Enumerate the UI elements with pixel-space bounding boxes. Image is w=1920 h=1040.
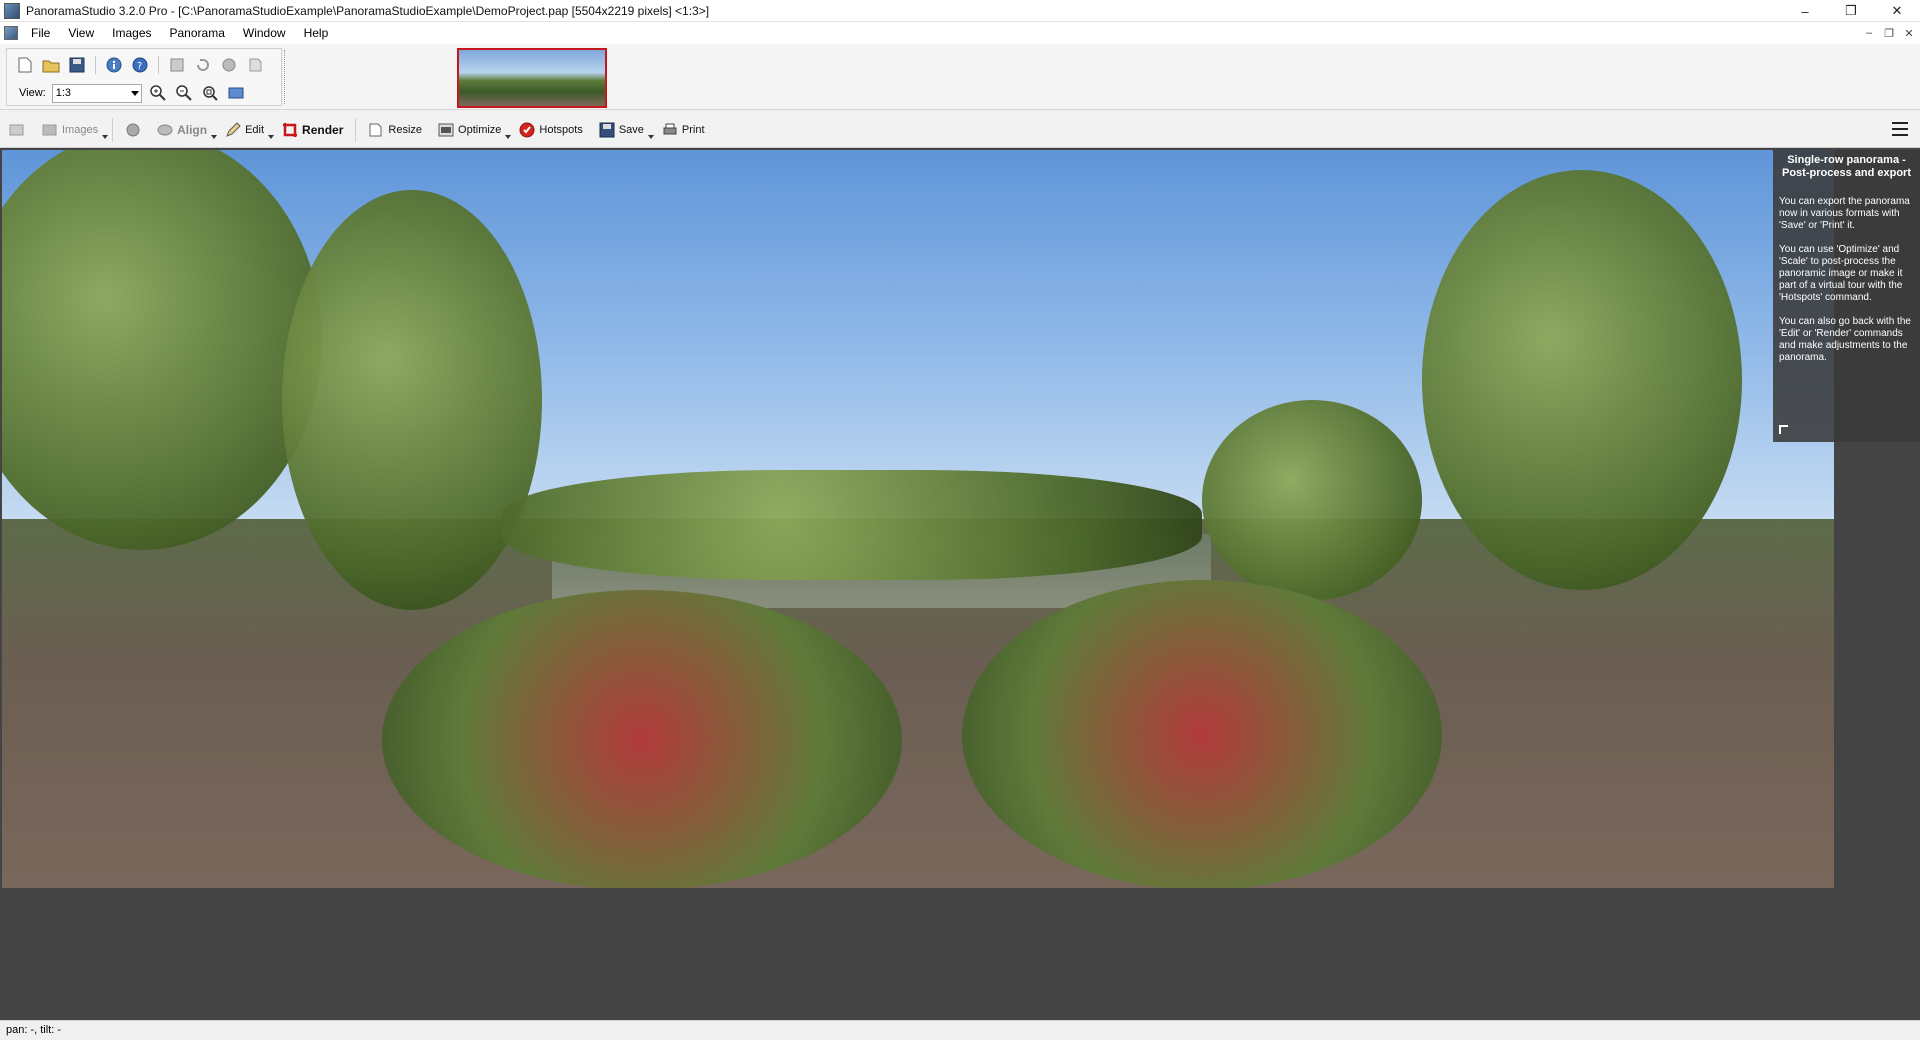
toolbar-divider xyxy=(355,117,357,142)
window-controls: – ❐ ✕ xyxy=(1782,0,1920,22)
add-images-button[interactable] xyxy=(0,116,34,144)
fullscreen-icon[interactable] xyxy=(226,83,246,103)
zoom-in-icon[interactable] xyxy=(148,83,168,103)
menu-bar: File View Images Panorama Window Help xyxy=(0,22,1920,44)
render-icon xyxy=(283,122,298,137)
resize-label: Resize xyxy=(388,123,423,136)
view-label: View: xyxy=(19,87,46,99)
images-icon xyxy=(42,124,57,135)
restore-button[interactable]: ❐ xyxy=(1828,0,1874,22)
zoom-out-icon[interactable] xyxy=(174,83,194,103)
menu-images[interactable]: Images xyxy=(103,22,160,44)
standard-toolbar: ? View: 1:3 xyxy=(6,48,282,106)
doc-close-button[interactable]: ✕ xyxy=(1902,27,1916,40)
redo-icon[interactable] xyxy=(219,55,239,75)
layout-icon[interactable] xyxy=(167,55,187,75)
menu-file[interactable]: File xyxy=(22,22,59,44)
info-panel-paragraph: You can export the panorama now in vario… xyxy=(1779,196,1910,231)
document-window-controls: – ❐ ✕ xyxy=(1862,22,1916,44)
document-icon[interactable] xyxy=(4,26,18,40)
menu-view[interactable]: View xyxy=(59,22,103,44)
align-button[interactable]: Align xyxy=(149,116,215,144)
images-label: Images xyxy=(62,123,99,136)
resize-button[interactable]: Resize xyxy=(360,116,430,144)
toolbar-grip[interactable] xyxy=(284,50,287,104)
panorama-tree-right xyxy=(1422,170,1742,590)
svg-text:?: ? xyxy=(137,61,142,72)
toolbar-divider xyxy=(112,117,114,142)
align-label: Align xyxy=(177,122,208,137)
images-button[interactable]: Images xyxy=(34,116,106,144)
hotspots-label: Hotspots xyxy=(539,123,583,136)
panorama-flowerbed-right xyxy=(962,580,1442,888)
panorama-image[interactable] xyxy=(2,150,1834,888)
menu-panorama[interactable]: Panorama xyxy=(161,22,234,44)
close-button[interactable]: ✕ xyxy=(1874,0,1920,22)
panorama-tree-left-mid xyxy=(282,190,542,610)
panorama-thumbnail[interactable] xyxy=(457,48,607,108)
panorama-tree-center xyxy=(1202,400,1422,600)
edit-button[interactable]: Edit xyxy=(217,116,272,144)
panorama-flowerbed-left xyxy=(382,590,902,888)
info-panel: Single-row panorama - Post-process and e… xyxy=(1773,150,1920,442)
panorama-treeline xyxy=(502,470,1202,580)
add-images-icon xyxy=(9,124,24,135)
minimize-button[interactable]: – xyxy=(1782,0,1828,22)
save-label: Save xyxy=(618,123,644,136)
print-icon xyxy=(663,123,677,134)
edit-label: Edit xyxy=(245,123,265,136)
new-file-icon[interactable] xyxy=(15,55,35,75)
export-icon[interactable] xyxy=(245,55,265,75)
main-toolbar: Images Align Edit Render Resize Optimize… xyxy=(0,112,1920,148)
window-title: PanoramaStudio 3.2.0 Pro - [C:\PanoramaS… xyxy=(26,3,710,18)
help-icon[interactable]: ? xyxy=(130,55,150,75)
toolbar-separator xyxy=(95,56,96,74)
menu-help[interactable]: Help xyxy=(295,22,338,44)
save-icon xyxy=(599,122,615,137)
images-dropdown-icon[interactable] xyxy=(102,134,109,139)
doc-restore-button[interactable]: ❐ xyxy=(1882,27,1896,40)
hotspots-button[interactable]: Hotspots xyxy=(511,116,590,144)
print-label: Print xyxy=(681,123,705,136)
doc-minimize-button[interactable]: – xyxy=(1862,27,1876,39)
print-button[interactable]: Print xyxy=(654,116,713,144)
hamburger-menu-icon[interactable] xyxy=(1892,122,1908,136)
save-button[interactable]: Save xyxy=(591,116,652,144)
edit-pencil-icon xyxy=(226,121,241,137)
align-icon xyxy=(157,124,173,135)
view-zoom-select[interactable]: 1:3 xyxy=(51,83,142,103)
info-panel-paragraph: You can also go back with the 'Edit' or … xyxy=(1779,316,1911,363)
zoom-fit-icon[interactable] xyxy=(200,83,220,103)
render-label: Render xyxy=(302,122,344,137)
collapse-corner-icon[interactable] xyxy=(1779,425,1788,434)
info-icon[interactable] xyxy=(104,55,124,75)
info-panel-paragraph: You can use 'Optimize' and 'Scale' to po… xyxy=(1779,244,1903,303)
toolbar-separator xyxy=(158,56,159,74)
save-disk-icon[interactable] xyxy=(67,55,87,75)
optimize-button[interactable]: Optimize xyxy=(430,116,509,144)
upper-toolbar-area: ? View: 1:3 xyxy=(0,44,1920,110)
detect-button[interactable] xyxy=(117,116,149,144)
open-folder-icon[interactable] xyxy=(41,55,61,75)
hotspots-icon xyxy=(519,122,535,137)
resize-icon xyxy=(369,123,382,136)
chevron-down-icon xyxy=(130,90,139,96)
menu-window[interactable]: Window xyxy=(234,22,295,44)
status-bar: pan: -, tilt: - xyxy=(0,1020,1920,1040)
info-panel-title: Single-row panorama - Post-process and e… xyxy=(1782,154,1911,179)
optimize-icon xyxy=(438,123,454,136)
undo-icon[interactable] xyxy=(193,55,213,75)
render-button[interactable]: Render xyxy=(274,116,351,144)
optimize-label: Optimize xyxy=(458,123,502,136)
sphere-icon xyxy=(126,123,140,136)
view-zoom-value: 1:3 xyxy=(55,86,71,99)
app-icon xyxy=(4,2,20,19)
panorama-canvas[interactable]: Single-row panorama - Post-process and e… xyxy=(0,148,1920,1020)
title-bar: PanoramaStudio 3.2.0 Pro - [C:\PanoramaS… xyxy=(0,0,1920,22)
